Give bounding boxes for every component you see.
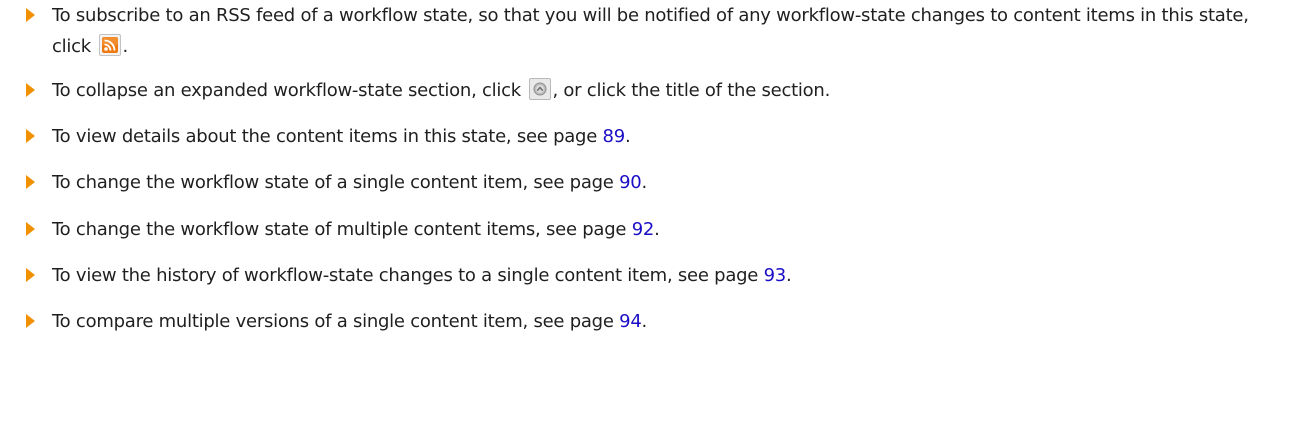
item-text: To subscribe to an RSS feed of a workflo… [52, 5, 1249, 57]
bullet-arrow-icon [26, 129, 35, 143]
page-link[interactable]: 94 [619, 311, 642, 332]
item-text-end: . [122, 36, 128, 57]
list-item-view-details: To view details about the content items … [26, 121, 1292, 152]
item-text-end: . [654, 219, 660, 240]
bullet-arrow-icon [26, 175, 35, 189]
item-text: To change the workflow state of multiple… [52, 219, 627, 240]
page-link[interactable]: 93 [764, 265, 787, 286]
bullet-arrow-icon [26, 222, 35, 236]
item-text: To view the history of workflow-state ch… [52, 265, 759, 286]
item-text-end: . [641, 172, 648, 193]
bullet-arrow-icon [26, 268, 35, 282]
bullet-arrow-icon [26, 314, 35, 328]
collapse-section-icon[interactable] [529, 78, 552, 100]
item-text-end: . [641, 311, 648, 332]
page-link[interactable]: 89 [603, 126, 626, 147]
list-item-compare-versions: To compare multiple versions of a single… [26, 306, 1292, 337]
item-text-end: . [786, 265, 792, 286]
list-item-collapse: To collapse an expanded workflow-state s… [26, 75, 1292, 106]
item-text: To view details about the content items … [52, 126, 598, 147]
item-text-end: , or click the title of the section. [552, 80, 831, 101]
list-item-view-history: To view the history of workflow-state ch… [26, 260, 1292, 291]
bullet-arrow-icon [26, 8, 35, 22]
list-item-change-single: To change the workflow state of a single… [26, 167, 1292, 198]
item-text: To compare multiple versions of a single… [52, 311, 614, 332]
page-link[interactable]: 92 [632, 219, 655, 240]
item-text-end: . [624, 126, 631, 147]
rss-feed-icon[interactable] [99, 34, 122, 56]
list-item-change-multiple: To change the workflow state of multiple… [26, 214, 1292, 245]
page-link[interactable]: 90 [619, 172, 642, 193]
list-item-rss: To subscribe to an RSS feed of a workflo… [26, 0, 1292, 62]
item-text: To collapse an expanded workflow-state s… [52, 80, 521, 101]
item-text: To change the workflow state of a single… [52, 172, 614, 193]
bullet-arrow-icon [26, 83, 35, 97]
